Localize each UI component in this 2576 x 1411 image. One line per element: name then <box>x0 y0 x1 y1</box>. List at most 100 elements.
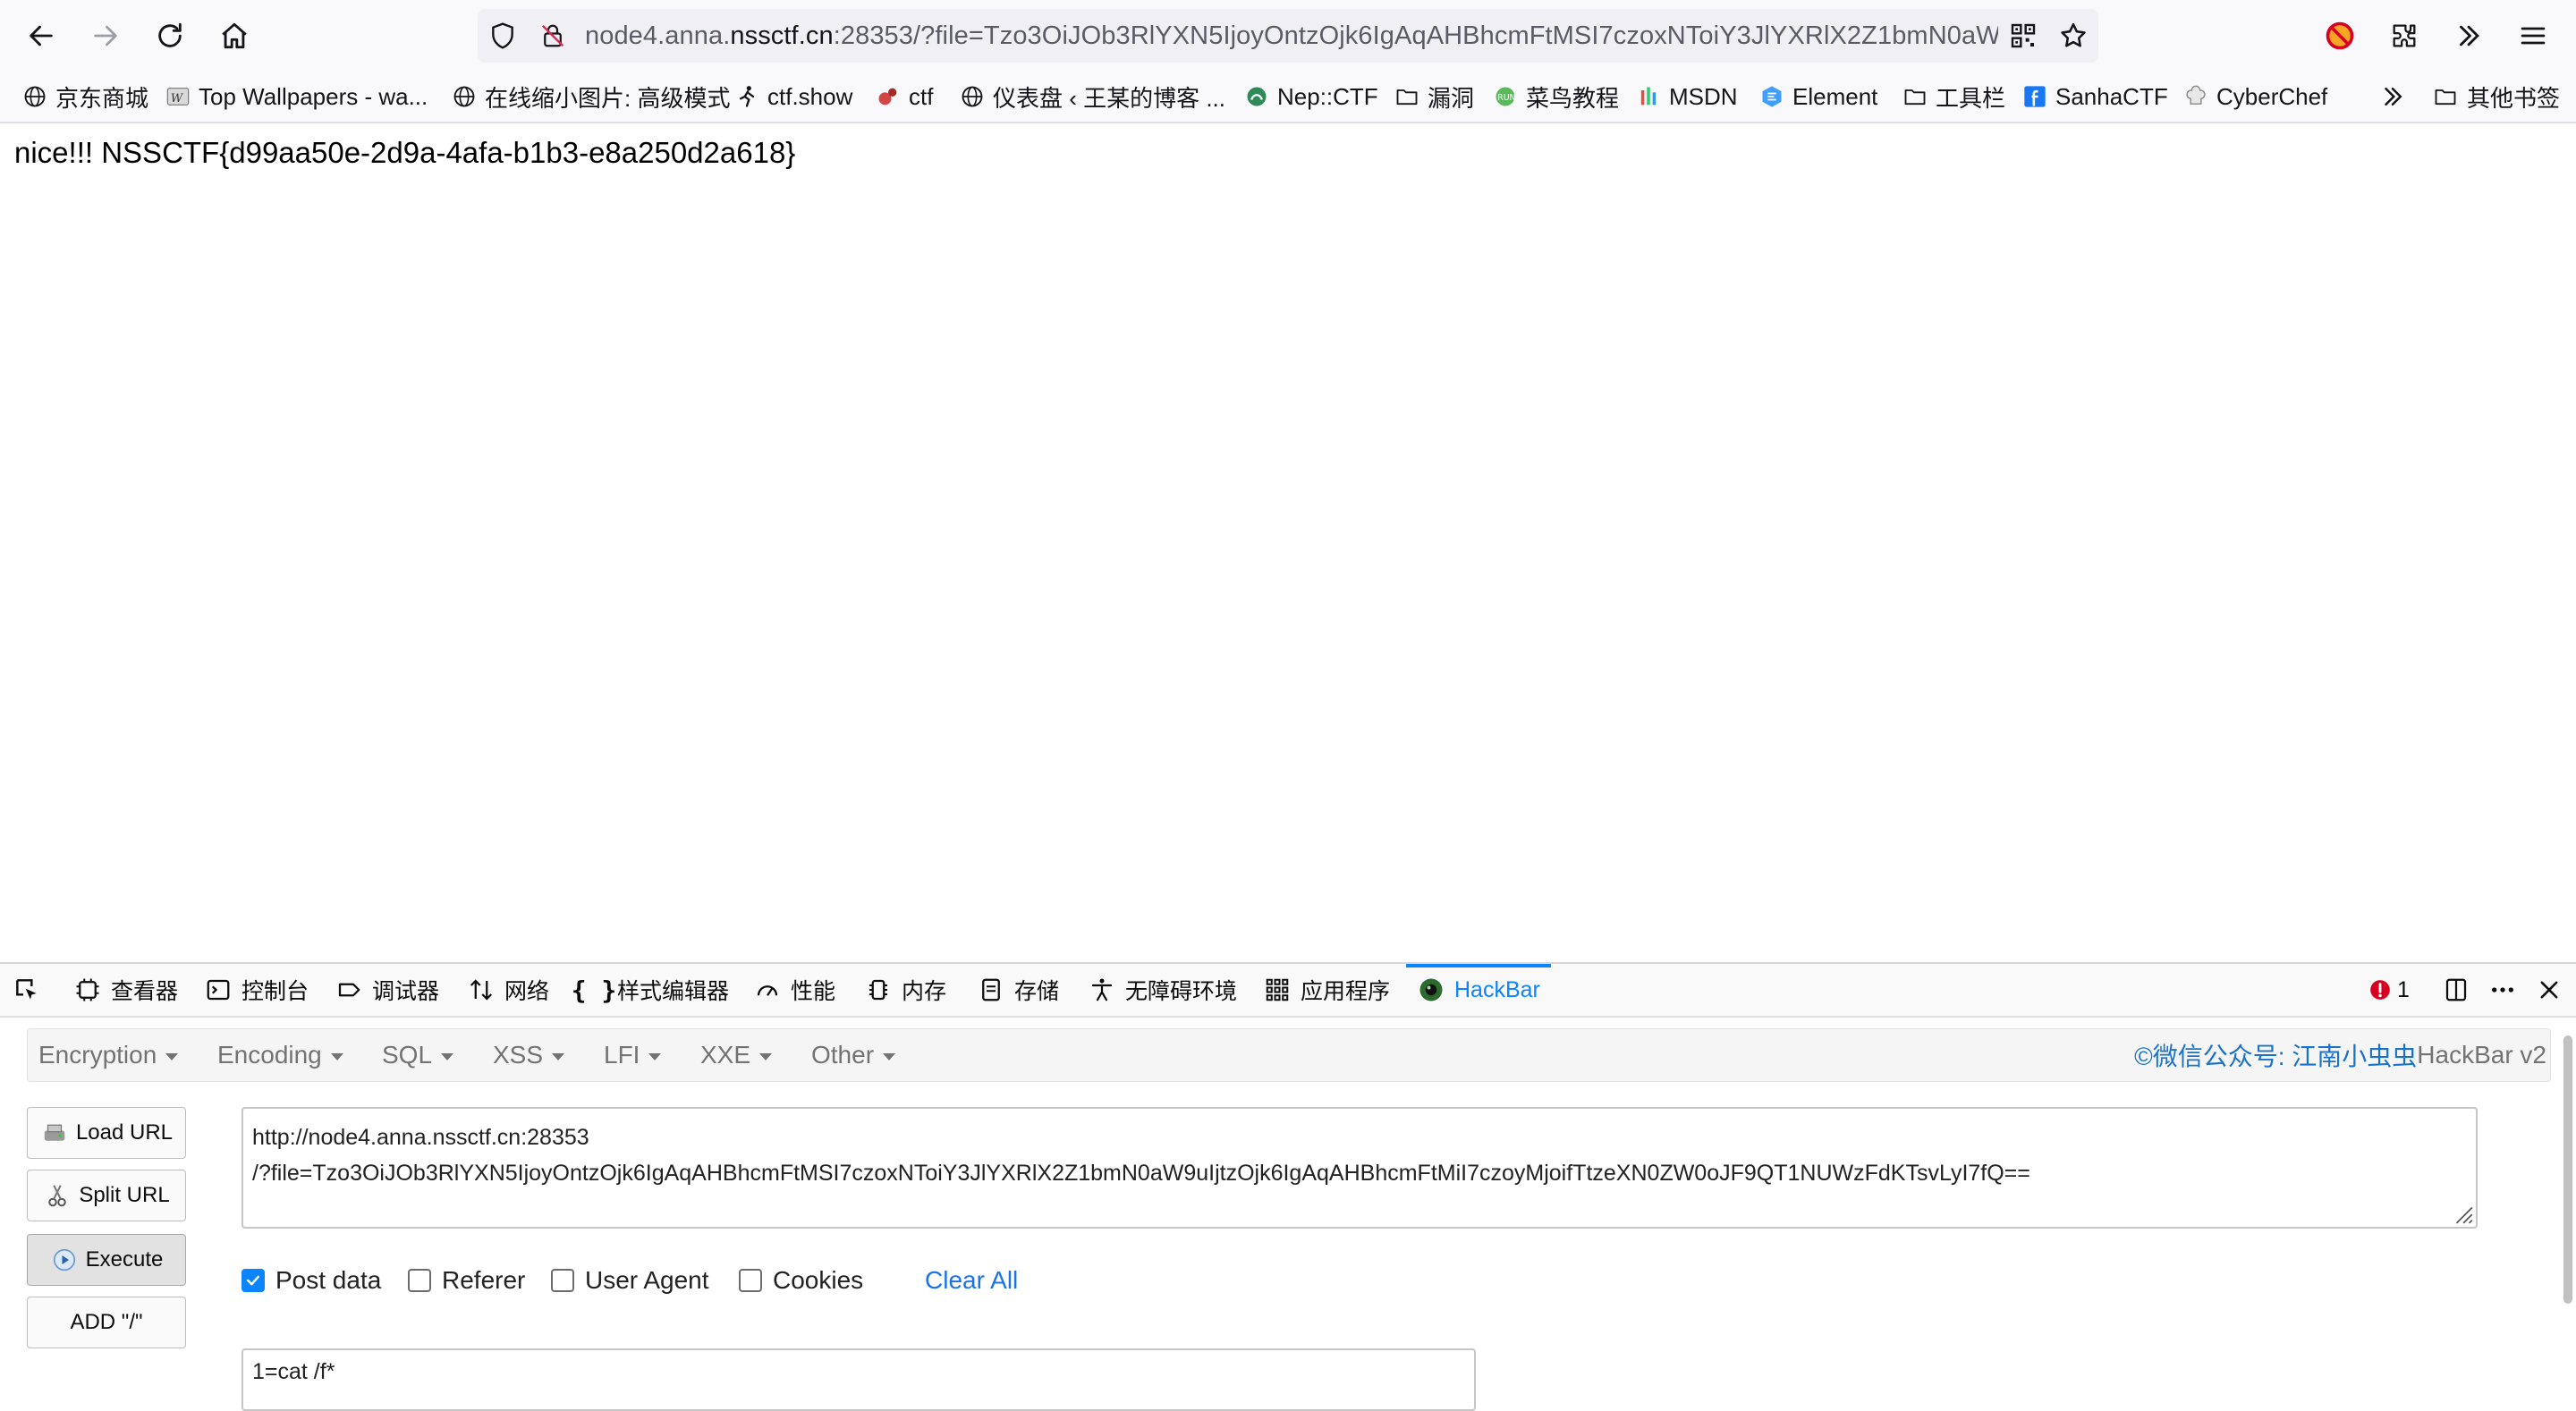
forward-button[interactable] <box>80 11 131 61</box>
insecure-lock-icon[interactable] <box>528 11 578 61</box>
bookmark-label: 在线缩小图片: 高级模式 <box>485 84 731 112</box>
tab-hackbar[interactable]: HackBar <box>1406 964 1551 1016</box>
caret-down-icon <box>883 1053 896 1060</box>
menu-encoding[interactable]: Encoding <box>217 1029 343 1081</box>
accessibility-icon <box>1088 976 1116 1004</box>
element-picker-button[interactable] <box>13 964 50 1016</box>
tab-storage[interactable]: 存储 <box>977 964 1059 1016</box>
home-button[interactable] <box>209 11 259 61</box>
bookmark-label: ctf.show <box>767 82 853 110</box>
hackbar-credit: ©微信公众号: 江南小虫虫 HackBar v2 <box>2134 1029 2546 1081</box>
dock-side-button[interactable] <box>2442 964 2479 1016</box>
menu-sql[interactable]: SQL <box>382 1029 454 1081</box>
bookmark-item[interactable]: CyberChef <box>2182 79 2327 114</box>
checkbox-unchecked[interactable] <box>739 1269 762 1292</box>
bookmark-star-button[interactable] <box>2048 11 2098 61</box>
overflow-toolbar-button[interactable] <box>2444 11 2494 61</box>
bookmark-item[interactable]: Element <box>1758 79 1877 114</box>
post-data-textarea[interactable]: 1=cat /f* <box>242 1348 1476 1411</box>
bookmark-item[interactable]: ctf.show <box>733 79 852 114</box>
button-label: Execute <box>85 1247 164 1272</box>
add-slash-button[interactable]: ADD "/" <box>27 1297 186 1348</box>
option-label: Cookies <box>773 1266 864 1294</box>
bookmark-folder[interactable]: 工具栏 <box>1902 79 2005 114</box>
option-label: User Agent <box>585 1266 709 1294</box>
clear-all-link[interactable]: Clear All <box>925 1263 1018 1298</box>
back-button[interactable] <box>16 11 66 61</box>
caret-down-icon <box>330 1053 343 1060</box>
bookmark-item[interactable]: ctf <box>875 79 933 114</box>
menu-label: SQL <box>382 1041 433 1069</box>
devtools-scrollbar[interactable] <box>2563 1035 2572 1304</box>
element-icon <box>1758 83 1785 110</box>
tab-performance[interactable]: 性能 <box>753 964 835 1016</box>
bookmark-label: Element <box>1792 82 1878 110</box>
execute-button[interactable]: Execute <box>27 1234 186 1286</box>
bookmark-item[interactable]: RUN 菜鸟教程 <box>1492 79 1619 114</box>
bookmark-label: MSDN <box>1669 82 1738 110</box>
bookmark-label: 仪表盘 ‹ 王某的博客 ... <box>993 84 1226 112</box>
app-menu-button[interactable] <box>2508 11 2558 61</box>
tab-debugger[interactable]: 调试器 <box>335 964 439 1016</box>
tab-accessibility[interactable]: 无障碍环境 <box>1088 964 1237 1016</box>
back-arrow-icon <box>30 25 53 46</box>
extensions-button[interactable] <box>2379 11 2429 61</box>
checkbox-unchecked[interactable] <box>551 1269 574 1292</box>
post-data-checkbox[interactable]: Post data <box>242 1263 381 1298</box>
devtools-options-button[interactable] <box>2488 964 2526 1016</box>
reload-button[interactable] <box>145 11 195 61</box>
menu-label: Other <box>811 1041 875 1069</box>
other-bookmarks-folder[interactable]: 其他书签 <box>2433 79 2560 114</box>
referer-checkbox[interactable]: Referer <box>408 1263 525 1298</box>
bookmarks-overflow-button[interactable] <box>2379 79 2406 114</box>
tab-inspector[interactable]: 查看器 <box>73 964 178 1016</box>
checkbox-unchecked[interactable] <box>408 1269 431 1292</box>
bookmark-item[interactable]: W Top Wallpapers - wa... <box>165 79 428 114</box>
menu-other[interactable]: Other <box>811 1029 896 1081</box>
user-agent-checkbox[interactable]: User Agent <box>551 1263 709 1298</box>
extension-block-button[interactable] <box>2315 11 2365 61</box>
bookmark-item[interactable]: 仪表盘 ‹ 王某的博客 ... <box>959 79 1225 114</box>
url-line: http://node4.anna.nssctf.cn:28353 <box>252 1125 589 1150</box>
tracking-shield-icon[interactable] <box>478 11 528 61</box>
credit-link[interactable]: ©微信公众号: 江南小虫虫 <box>2134 1037 2417 1073</box>
bookmark-item[interactable]: Nep::CTF <box>1243 79 1378 114</box>
error-count-badge[interactable]: 1 <box>2368 964 2410 1016</box>
button-label: ADD "/" <box>70 1310 143 1334</box>
address-bar[interactable]: node4.anna.nssctf.cn:28353/?file=Tzo3OiJ… <box>478 9 2098 63</box>
tab-memory[interactable]: 内存 <box>864 964 946 1016</box>
bookmark-folder[interactable]: 漏洞 <box>1394 79 1474 114</box>
runner-icon <box>733 83 760 110</box>
load-url-button[interactable]: Load URL <box>27 1107 186 1159</box>
tab-console[interactable]: 控制台 <box>204 964 309 1016</box>
caret-down-icon <box>441 1053 454 1060</box>
hackbar-menu: Encryption Encoding SQL XSS LFI XXE Othe… <box>27 1028 2551 1082</box>
url-textarea[interactable]: http://node4.anna.nssctf.cn:28353 /?file… <box>242 1107 2478 1229</box>
more-dots-icon <box>2488 976 2517 1004</box>
picker-icon <box>13 976 41 1004</box>
credit-version: HackBar v2 <box>2417 1041 2546 1069</box>
menu-lfi[interactable]: LFI <box>604 1029 662 1081</box>
tab-application[interactable]: 应用程序 <box>1263 964 1390 1016</box>
checkbox-checked[interactable] <box>242 1269 265 1292</box>
chef-icon <box>2182 83 2209 110</box>
bookmark-item[interactable]: 京东商城 <box>21 79 148 114</box>
bookmark-item[interactable]: SanhaCTF <box>2021 79 2168 114</box>
close-devtools-button[interactable] <box>2535 964 2572 1016</box>
tab-style-editor[interactable]: { } 样式编辑器 <box>572 964 729 1016</box>
reload-icon <box>158 22 182 47</box>
split-url-button[interactable]: Split URL <box>27 1170 186 1221</box>
url-text[interactable]: node4.anna.nssctf.cn:28353/?file=Tzo3OiJ… <box>585 21 1998 51</box>
folder-icon <box>2433 83 2460 110</box>
resize-grip-icon[interactable] <box>2451 1202 2474 1225</box>
qr-code-button[interactable] <box>1998 11 2048 61</box>
tab-network[interactable]: 网络 <box>467 964 549 1016</box>
menu-xss[interactable]: XSS <box>493 1029 565 1081</box>
menu-xxe[interactable]: XXE <box>700 1029 773 1081</box>
performance-icon <box>753 976 782 1004</box>
bookmark-item[interactable]: MSDN <box>1635 79 1738 114</box>
ctf-icon <box>875 83 902 110</box>
bookmark-item[interactable]: 在线缩小图片: 高级模式 <box>451 79 730 114</box>
menu-encryption[interactable]: Encryption <box>38 1029 179 1081</box>
cookies-checkbox[interactable]: Cookies <box>739 1263 863 1298</box>
